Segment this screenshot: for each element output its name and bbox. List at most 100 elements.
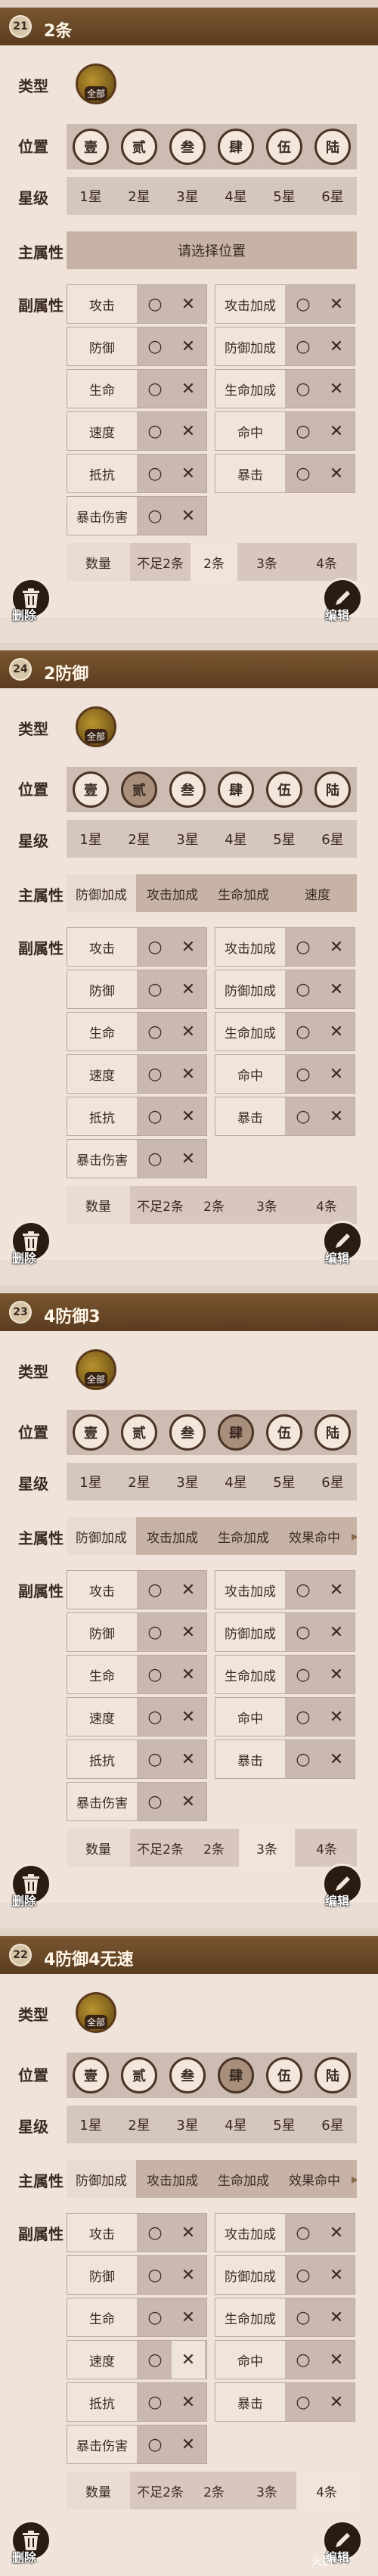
sub-attr-yes-button[interactable]: ○ [138,2298,172,2336]
sub-attr-no-button[interactable]: ✕ [172,2214,205,2252]
sub-attr-yes-button[interactable]: ○ [138,1740,172,1778]
sub-attr-no-button[interactable]: ✕ [172,2425,205,2463]
position-3[interactable]: 叁 [169,1414,206,1451]
sub-attr-yes-button[interactable]: ○ [138,285,172,323]
sub-attr-no-button[interactable]: ✕ [172,1140,205,1178]
sub-attr-yes-button[interactable]: ○ [138,1698,172,1736]
sub-attr-no-button-selected[interactable]: ✕ [172,2341,205,2379]
star-option[interactable]: 1星 [67,1463,115,1501]
sub-attr-no-button[interactable]: ✕ [172,928,205,966]
sub-attr-no-button[interactable]: ✕ [320,928,353,966]
sub-attr-no-button[interactable]: ✕ [320,1013,353,1051]
position-4[interactable]: 肆 [218,129,254,165]
sub-attr-no-button[interactable]: ✕ [320,2256,353,2294]
main-attr-option[interactable]: 攻击加成 [138,1517,207,1555]
sub-attr-no-button[interactable]: ✕ [172,1698,205,1736]
star-option[interactable]: 6星 [308,177,357,215]
star-option[interactable]: 6星 [308,2106,357,2143]
sub-attr-no-button[interactable]: ✕ [320,1656,353,1693]
sub-attr-no-button[interactable]: ✕ [172,370,205,408]
sub-attr-yes-button[interactable]: ○ [138,1656,172,1693]
star-option[interactable]: 1星 [67,177,115,215]
star-option[interactable]: 5星 [260,1463,308,1501]
sub-attr-no-button[interactable]: ✕ [172,327,205,365]
sub-attr-yes-button[interactable]: ○ [138,455,172,492]
sub-attr-yes-button[interactable]: ○ [287,370,320,408]
position-5[interactable]: 伍 [266,2057,302,2093]
sub-attr-yes-button[interactable]: ○ [287,1613,320,1651]
sub-attr-yes-button[interactable]: ○ [138,1097,172,1135]
sub-attr-no-button[interactable]: ✕ [320,1055,353,1093]
sub-attr-yes-button[interactable]: ○ [138,970,172,1008]
sub-attr-no-button[interactable]: ✕ [320,970,353,1008]
star-option[interactable]: 5星 [260,177,308,215]
quantity-option[interactable]: 不足2条 [132,2472,189,2509]
sub-attr-yes-button[interactable]: ○ [287,1698,320,1736]
sub-attr-yes-button[interactable]: ○ [138,1055,172,1093]
star-option[interactable]: 4星 [212,1463,260,1501]
star-option[interactable]: 1星 [67,2106,115,2143]
position-6[interactable]: 陆 [314,1414,351,1451]
quantity-option[interactable]: 2条 [191,1186,237,1224]
sub-attr-no-button[interactable]: ✕ [320,285,353,323]
sub-attr-yes-button[interactable]: ○ [287,1656,320,1693]
position-1[interactable]: 壹 [73,129,109,165]
position-2[interactable]: 贰 [121,129,157,165]
type-all-icon[interactable]: 全部 [76,706,116,747]
sub-attr-no-button[interactable]: ✕ [172,2256,205,2294]
sub-attr-yes-button[interactable]: ○ [287,2256,320,2294]
star-option[interactable]: 2星 [115,1463,163,1501]
position-5[interactable]: 伍 [266,771,302,808]
chevron-right-icon[interactable]: ▸ [352,1529,357,1544]
position-3[interactable]: 叁 [169,771,206,808]
position-4[interactable]: 肆 [218,1414,254,1451]
star-option[interactable]: 6星 [308,820,357,858]
sub-attr-yes-button[interactable]: ○ [287,1740,320,1778]
quantity-option[interactable]: 4条 [296,2472,357,2509]
sub-attr-no-button[interactable]: ✕ [320,2341,353,2379]
sub-attr-yes-button[interactable]: ○ [287,1097,320,1135]
sub-attr-yes-button[interactable]: ○ [138,1013,172,1051]
sub-attr-no-button[interactable]: ✕ [320,1097,353,1135]
sub-attr-yes-button[interactable]: ○ [138,2425,172,2463]
quantity-option[interactable]: 不足2条 [132,1829,189,1867]
sub-attr-no-button[interactable]: ✕ [320,1740,353,1778]
sub-attr-no-button[interactable]: ✕ [172,2298,205,2336]
sub-attr-yes-button[interactable]: ○ [138,370,172,408]
quantity-option[interactable]: 4条 [296,1829,357,1867]
sub-attr-no-button[interactable]: ✕ [320,1613,353,1651]
type-all-icon[interactable]: 全部 [76,64,116,104]
sub-attr-no-button[interactable]: ✕ [172,1783,205,1820]
sub-attr-no-button[interactable]: ✕ [172,455,205,492]
sub-attr-no-button[interactable]: ✕ [320,370,353,408]
sub-attr-no-button[interactable]: ✕ [172,497,205,535]
sub-attr-no-button[interactable]: ✕ [320,2298,353,2336]
sub-attr-yes-button[interactable]: ○ [138,2383,172,2421]
position-4[interactable]: 肆 [218,2057,254,2093]
sub-attr-yes-button[interactable]: ○ [138,327,172,365]
sub-attr-no-button[interactable]: ✕ [320,1698,353,1736]
sub-attr-no-button[interactable]: ✕ [320,327,353,365]
sub-attr-yes-button[interactable]: ○ [138,1783,172,1820]
main-attr-option[interactable]: 攻击加成 [138,874,207,912]
position-2[interactable]: 贰 [121,2057,157,2093]
position-1[interactable]: 壹 [73,1414,109,1451]
star-option[interactable]: 3星 [163,820,212,858]
sub-attr-yes-button[interactable]: ○ [287,327,320,365]
main-attr-option[interactable]: 防御加成 [67,874,136,912]
star-option[interactable]: 4星 [212,2106,260,2143]
star-option[interactable]: 4星 [212,177,260,215]
position-6[interactable]: 陆 [314,129,351,165]
sub-attr-no-button[interactable]: ✕ [320,412,353,450]
quantity-option[interactable]: 不足2条 [132,543,189,581]
main-attr-option[interactable]: 生命加成 [209,1517,278,1555]
main-attr-option[interactable]: 防御加成 [67,1517,136,1555]
sub-attr-yes-button[interactable]: ○ [138,497,172,535]
sub-attr-no-button[interactable]: ✕ [320,2214,353,2252]
sub-attr-yes-button[interactable]: ○ [287,2341,320,2379]
quantity-option[interactable]: 3条 [239,1829,295,1867]
sub-attr-yes-button[interactable]: ○ [287,455,320,492]
quantity-option[interactable]: 4条 [296,1186,357,1224]
position-3[interactable]: 叁 [169,2057,206,2093]
sub-attr-yes-button[interactable]: ○ [138,2341,172,2379]
